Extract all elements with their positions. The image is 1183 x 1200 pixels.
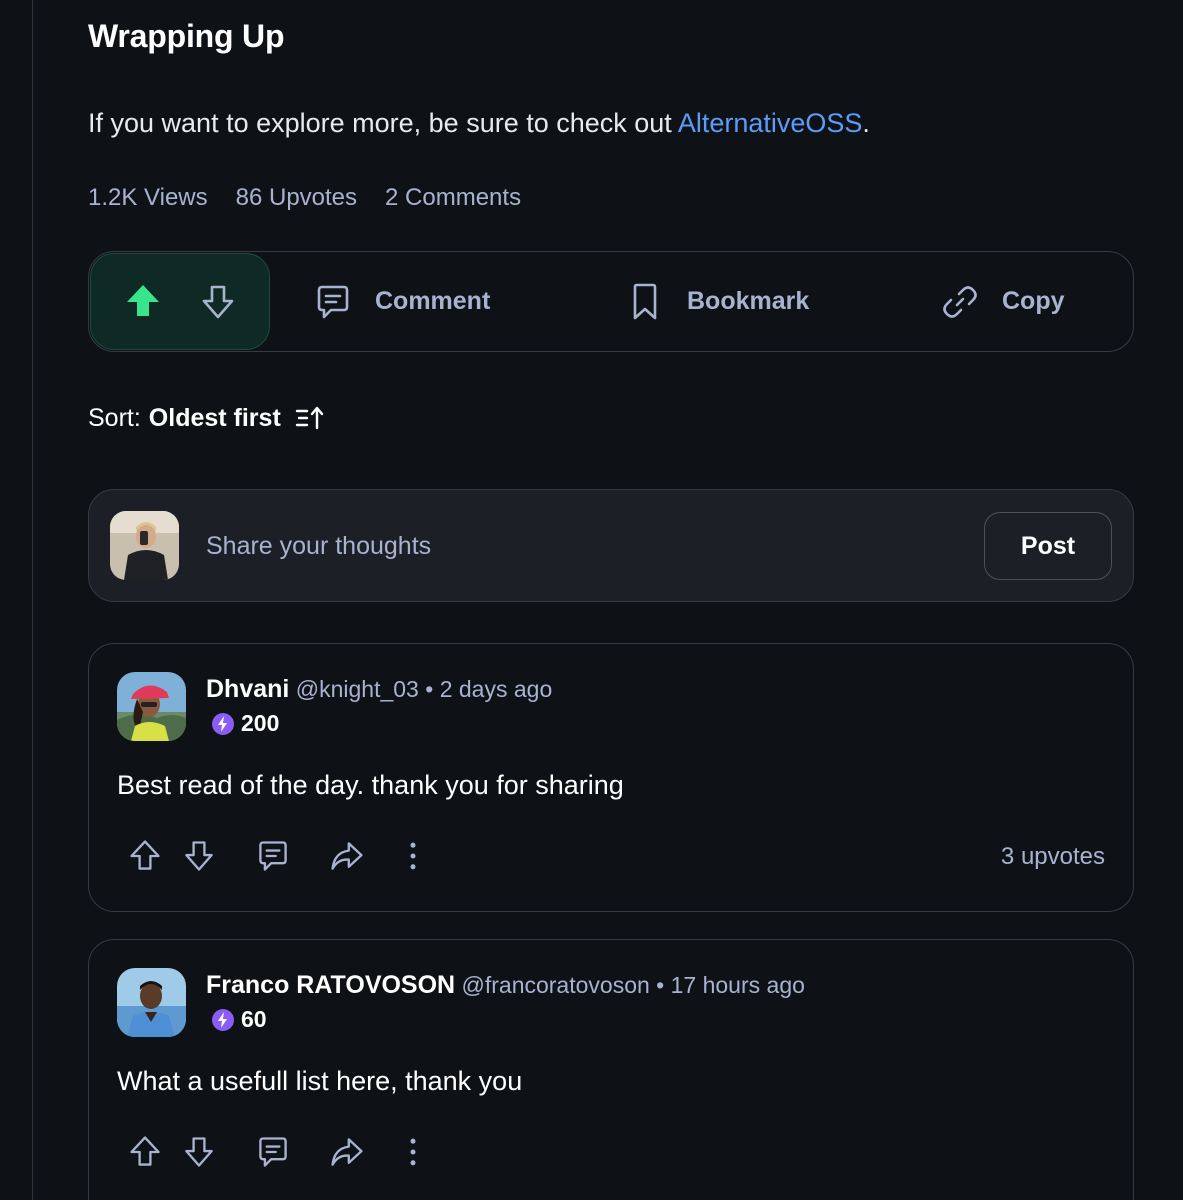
commenter-avatar[interactable] bbox=[117, 672, 186, 741]
commenter-name[interactable]: Franco RATOVOSON bbox=[206, 971, 455, 999]
section-heading: Wrapping Up bbox=[88, 18, 285, 54]
share-icon bbox=[331, 842, 363, 870]
comment-meta: Franco RATOVOSON @francoratovoson • 17 h… bbox=[206, 971, 805, 1000]
meta-separator: • bbox=[656, 972, 665, 998]
bookmark-label: Bookmark bbox=[687, 287, 810, 315]
comment-share-button[interactable] bbox=[329, 1134, 365, 1170]
commenter-handle[interactable]: @francoratovoson bbox=[462, 972, 650, 998]
arrow-up-filled-icon bbox=[126, 284, 159, 316]
sort-ascending-icon bbox=[295, 406, 323, 429]
meta-separator: • bbox=[425, 676, 434, 702]
alternativeoss-link[interactable]: AlternativeOSS bbox=[678, 108, 863, 138]
comment-icon bbox=[317, 285, 349, 318]
comment-button[interactable]: Comment bbox=[313, 252, 490, 351]
comment-card: Dhvani @knight_03 • 2 days ago 200 Best … bbox=[88, 643, 1134, 912]
views-count: 1.2K Views bbox=[88, 184, 208, 211]
reputation-bolt-icon bbox=[212, 1008, 234, 1031]
vote-pill bbox=[90, 253, 270, 350]
comment-time: 2 days ago bbox=[439, 676, 553, 702]
sort-label: Sort: bbox=[88, 404, 141, 432]
commenter-name[interactable]: Dhvani bbox=[206, 675, 289, 703]
comment-time: 17 hours ago bbox=[670, 972, 805, 998]
left-divider bbox=[32, 0, 33, 1200]
arrow-down-outline-icon bbox=[202, 285, 233, 318]
commenter-avatar[interactable] bbox=[117, 968, 186, 1037]
comment-reply-button[interactable] bbox=[255, 1134, 291, 1170]
share-icon bbox=[331, 1138, 363, 1166]
arrow-up-outline-icon bbox=[130, 1136, 160, 1166]
page: Wrapping Up If you want to explore more,… bbox=[0, 0, 1183, 1200]
copy-link-button[interactable]: Copy bbox=[940, 252, 1065, 351]
post-stats: 1.2K Views 86 Upvotes 2 Comments bbox=[88, 184, 521, 212]
comment-icon bbox=[259, 1137, 287, 1167]
comment-composer[interactable]: Share your thoughts Post bbox=[88, 489, 1134, 602]
reputation-bolt-icon bbox=[212, 712, 234, 735]
copy-label: Copy bbox=[1002, 287, 1065, 315]
article-paragraph: If you want to explore more, be sure to … bbox=[88, 108, 870, 139]
composer-placeholder[interactable]: Share your thoughts bbox=[206, 532, 431, 561]
paragraph-end: . bbox=[862, 108, 870, 138]
comment-upvote-button[interactable] bbox=[127, 1134, 163, 1170]
sort-control[interactable]: Sort: Oldest first bbox=[88, 404, 327, 433]
comment-more-button[interactable] bbox=[403, 838, 423, 874]
arrow-down-outline-icon bbox=[185, 841, 213, 871]
comment-text: What a usefull list here, thank you bbox=[117, 1066, 523, 1096]
arrow-up-outline-icon bbox=[130, 840, 160, 870]
comment-label: Comment bbox=[375, 287, 491, 315]
upvote-button[interactable] bbox=[123, 282, 163, 322]
link-icon bbox=[943, 285, 977, 318]
comment-reply-button[interactable] bbox=[255, 838, 291, 874]
more-vertical-icon bbox=[410, 1138, 416, 1166]
arrow-down-outline-icon bbox=[185, 1137, 213, 1167]
post-button[interactable]: Post bbox=[984, 512, 1112, 580]
comment-text: Best read of the day. thank you for shar… bbox=[117, 770, 624, 800]
comment-downvote-button[interactable] bbox=[181, 1134, 217, 1170]
comment-card: Franco RATOVOSON @francoratovoson • 17 h… bbox=[88, 939, 1134, 1200]
reputation-badge: 60 bbox=[211, 1006, 267, 1033]
comments-count[interactable]: 2 Comments bbox=[385, 184, 521, 212]
comment-more-button[interactable] bbox=[403, 1134, 423, 1170]
sort-value: Oldest first bbox=[148, 404, 281, 432]
post-action-bar: Comment Bookmark Copy bbox=[88, 251, 1134, 352]
reputation-value: 60 bbox=[241, 1006, 267, 1032]
more-vertical-icon bbox=[410, 842, 416, 870]
comment-upvote-button[interactable] bbox=[127, 838, 163, 874]
paragraph-text: If you want to explore more, be sure to … bbox=[88, 108, 678, 138]
reputation-value: 200 bbox=[241, 710, 280, 736]
comment-upvote-count[interactable]: 3 upvotes bbox=[1001, 843, 1105, 871]
bookmark-icon bbox=[633, 283, 657, 319]
comment-actions bbox=[127, 1134, 423, 1170]
comment-downvote-button[interactable] bbox=[181, 838, 217, 874]
comment-actions bbox=[127, 838, 423, 874]
comment-meta: Dhvani @knight_03 • 2 days ago bbox=[206, 675, 552, 704]
current-user-avatar bbox=[110, 511, 179, 580]
comment-icon bbox=[259, 841, 287, 871]
downvote-button[interactable] bbox=[198, 282, 238, 322]
bookmark-button[interactable]: Bookmark bbox=[625, 252, 809, 351]
upvotes-count[interactable]: 86 Upvotes bbox=[236, 184, 357, 212]
reputation-badge: 200 bbox=[211, 710, 279, 737]
comment-share-button[interactable] bbox=[329, 838, 365, 874]
commenter-handle[interactable]: @knight_03 bbox=[296, 676, 419, 702]
